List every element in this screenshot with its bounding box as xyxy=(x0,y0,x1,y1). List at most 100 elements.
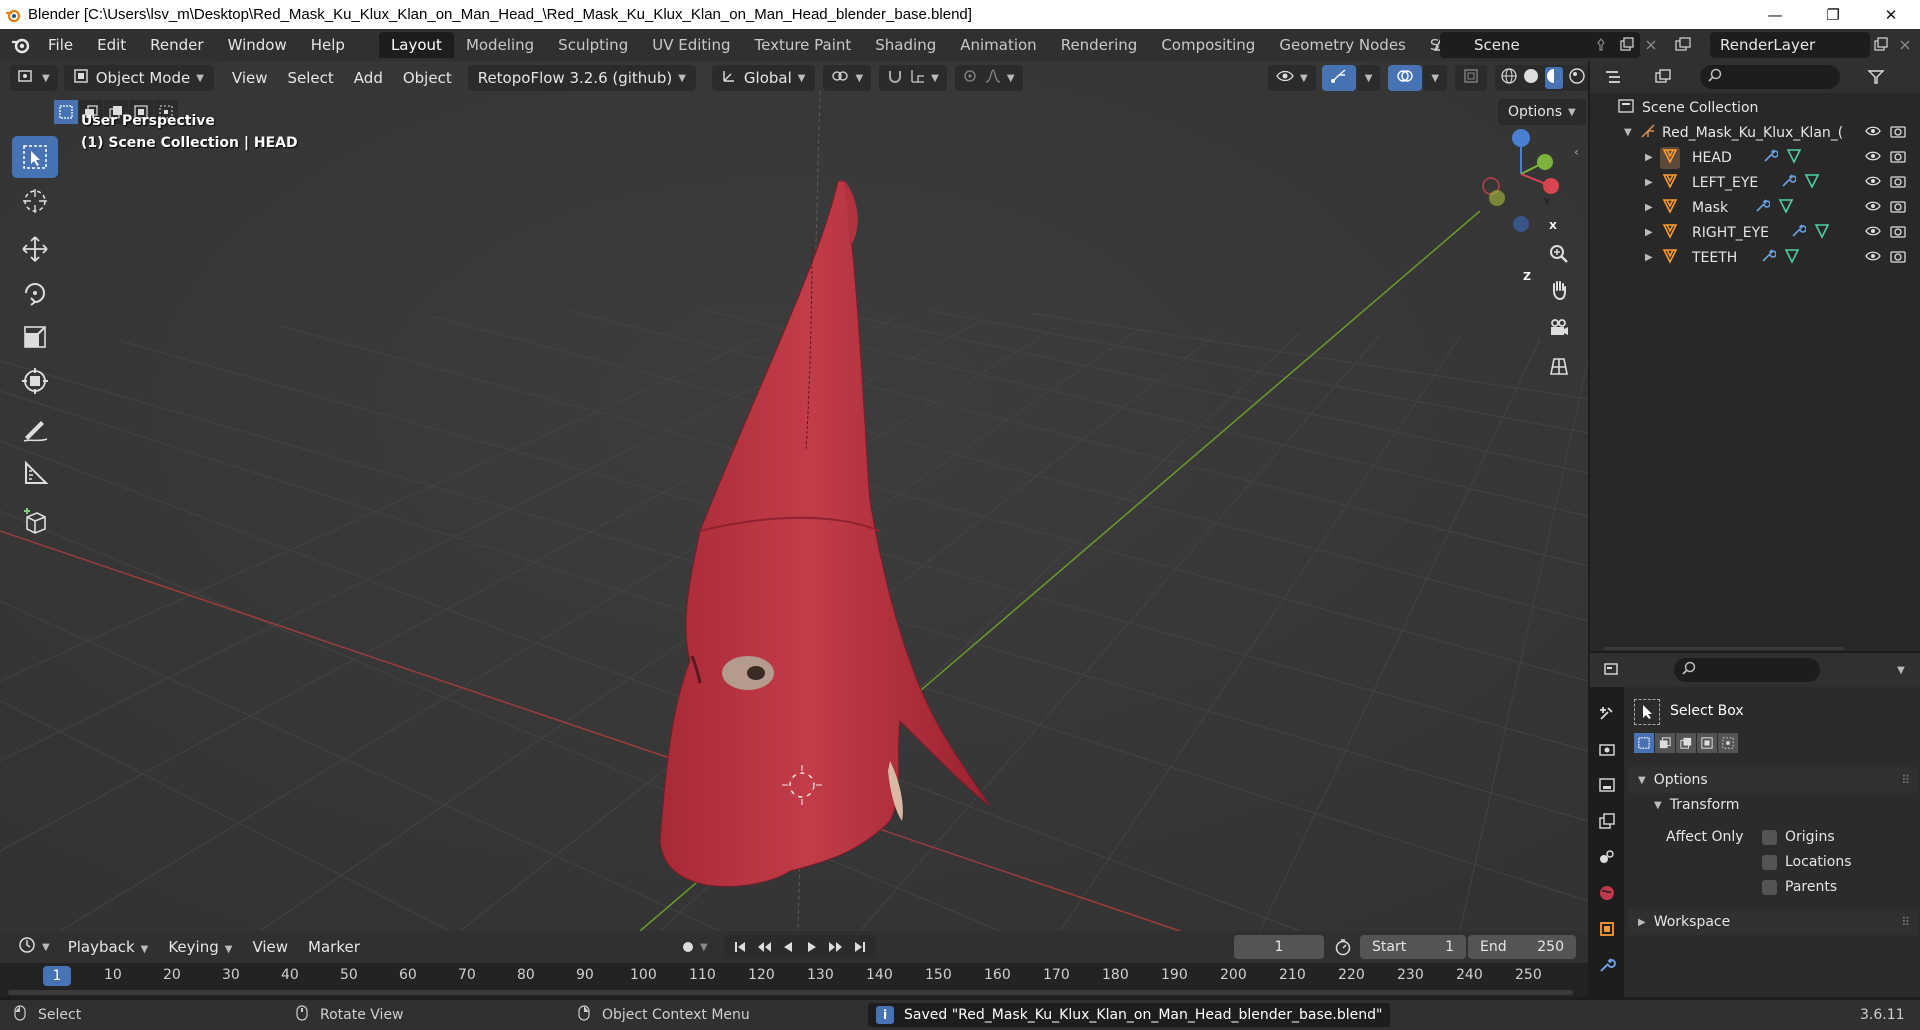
mesh-data-icon[interactable] xyxy=(1786,148,1802,168)
viewport-menu-view[interactable]: View xyxy=(222,69,278,87)
timeline-menu-playback[interactable]: Playback ▼ xyxy=(58,938,159,956)
pin-icon[interactable] xyxy=(1590,34,1612,56)
eye-icon[interactable] xyxy=(1865,125,1881,141)
eye-icon[interactable] xyxy=(1865,225,1881,241)
proportional-edit-button[interactable]: ▼ xyxy=(954,65,1023,91)
blender-logo-icon[interactable] xyxy=(6,30,36,60)
select-new-icon[interactable] xyxy=(54,100,78,124)
jump-end-icon[interactable] xyxy=(848,940,872,954)
timeline-menu-keying[interactable]: Keying ▼ xyxy=(158,938,242,956)
parents-checkbox[interactable]: Parents xyxy=(1762,879,1837,895)
minimize-button[interactable]: — xyxy=(1746,0,1804,29)
outliner-object-row[interactable]: ▶ Mask xyxy=(1590,195,1920,220)
expand-triangle-icon[interactable]: ▼ xyxy=(1624,127,1632,138)
modifier-wrench-icon[interactable] xyxy=(1790,223,1807,243)
menu-help[interactable]: Help xyxy=(299,29,357,61)
expand-triangle-icon[interactable]: ▶ xyxy=(1645,227,1653,238)
tab-compositing[interactable]: Compositing xyxy=(1149,32,1267,58)
rotate-tool-icon[interactable] xyxy=(12,272,58,314)
start-frame-field[interactable]: Start 1 xyxy=(1360,935,1466,959)
timeline-scrollbar[interactable] xyxy=(8,990,1573,995)
select-subtract-icon[interactable] xyxy=(1676,733,1696,753)
viewport-options-button[interactable]: Options ▼ xyxy=(1498,99,1586,125)
editor-type-button[interactable]: ▼ xyxy=(10,65,58,91)
play-reverse-icon[interactable] xyxy=(776,940,800,954)
origins-checkbox[interactable]: Origins xyxy=(1762,829,1835,845)
menu-render[interactable]: Render xyxy=(138,29,215,61)
expand-triangle-icon[interactable]: ▶ xyxy=(1645,252,1653,263)
render-layer-icon[interactable] xyxy=(1672,34,1694,56)
outliner-search-input[interactable] xyxy=(1700,65,1840,89)
camera-render-icon[interactable] xyxy=(1890,249,1906,267)
transform-tool-icon[interactable] xyxy=(12,360,58,402)
output-properties-icon[interactable] xyxy=(1590,767,1624,803)
menu-edit[interactable]: Edit xyxy=(85,29,138,61)
snap-button[interactable]: ▼ xyxy=(879,65,947,91)
wireframe-shading-icon[interactable] xyxy=(1501,68,1517,88)
checkbox-box[interactable] xyxy=(1762,829,1777,845)
camera-render-icon[interactable] xyxy=(1890,124,1906,142)
tab-layout[interactable]: Layout xyxy=(378,32,454,58)
camera-render-icon[interactable] xyxy=(1890,224,1906,242)
select-box-tool-icon[interactable] xyxy=(12,136,58,178)
current-frame-field[interactable]: 1 xyxy=(1234,935,1324,959)
camera-view-icon[interactable] xyxy=(1542,311,1576,345)
checkbox-box[interactable] xyxy=(1762,854,1777,870)
chevron-down-icon[interactable]: ▼ xyxy=(700,942,708,953)
timeline-editor-type-button[interactable]: ▼ xyxy=(10,934,58,960)
outliner-editor-type-icon[interactable] xyxy=(1602,66,1624,88)
mesh-data-icon[interactable] xyxy=(1804,173,1820,193)
eye-icon[interactable] xyxy=(1865,250,1881,266)
current-frame-indicator[interactable]: 1 xyxy=(43,966,71,986)
modifier-wrench-icon[interactable] xyxy=(1762,148,1779,168)
scale-tool-icon[interactable] xyxy=(12,316,58,358)
mesh-data-icon[interactable] xyxy=(1814,223,1830,243)
eye-icon[interactable] xyxy=(1865,200,1881,216)
properties-editor-type-icon[interactable] xyxy=(1602,659,1624,681)
expand-triangle-icon[interactable]: ▶ xyxy=(1645,177,1653,188)
render-layer-field[interactable]: RenderLayer xyxy=(1710,32,1870,58)
transform-subpanel-header[interactable]: ▼ Transform xyxy=(1628,793,1918,817)
world-properties-icon[interactable] xyxy=(1590,875,1624,911)
camera-render-icon[interactable] xyxy=(1890,149,1906,167)
outliner-object-row[interactable]: ▶ RIGHT_EYE xyxy=(1590,220,1920,245)
options-panel-header[interactable]: ▼ Options ⠿ xyxy=(1628,767,1918,793)
outliner-collection-row[interactable]: ▼ Red_Mask_Ku_Klux_Klan_( xyxy=(1590,120,1920,145)
delete-scene-icon[interactable] xyxy=(1640,34,1662,56)
modifier-wrench-icon[interactable] xyxy=(1760,248,1777,268)
timeline-menu-marker[interactable]: Marker xyxy=(298,938,370,956)
add-cube-tool-icon[interactable] xyxy=(12,500,58,542)
eye-icon[interactable] xyxy=(1865,175,1881,191)
select-extend-icon[interactable] xyxy=(1655,733,1675,753)
viewport-menu-select[interactable]: Select xyxy=(278,69,344,87)
pan-hand-icon[interactable] xyxy=(1542,273,1576,307)
play-icon[interactable] xyxy=(800,940,824,954)
tab-animation[interactable]: Animation xyxy=(948,32,1048,58)
workspace-panel-header[interactable]: ▶ Workspace ⠿ xyxy=(1628,909,1918,935)
tab-sculpting[interactable]: Sculpting xyxy=(546,32,640,58)
modifier-wrench-icon[interactable] xyxy=(1754,198,1771,218)
render-properties-icon[interactable] xyxy=(1590,731,1624,767)
visibility-button[interactable]: ▼ xyxy=(1268,65,1316,91)
display-mode-icon[interactable] xyxy=(1652,66,1674,88)
measure-tool-icon[interactable] xyxy=(12,452,58,494)
select-intersect-icon[interactable] xyxy=(1718,733,1738,753)
properties-search-input[interactable] xyxy=(1674,658,1820,682)
tab-geometry-nodes[interactable]: Geometry Nodes xyxy=(1267,32,1418,58)
jump-start-icon[interactable] xyxy=(728,940,752,954)
eye-icon[interactable] xyxy=(1865,150,1881,166)
tab-modeling[interactable]: Modeling xyxy=(454,32,546,58)
modifier-wrench-icon[interactable] xyxy=(1780,173,1797,193)
transform-orientation-dropdown[interactable]: Global ▼ xyxy=(711,65,816,91)
select-invert-icon[interactable] xyxy=(1697,733,1717,753)
menu-window[interactable]: Window xyxy=(216,29,299,61)
xray-toggle-button[interactable] xyxy=(1455,65,1488,91)
outliner-scrollbar[interactable] xyxy=(1604,647,1844,650)
object-properties-icon[interactable] xyxy=(1590,911,1624,947)
gizmo-toggle-button[interactable] xyxy=(1321,65,1356,91)
zoom-icon[interactable] xyxy=(1542,237,1576,271)
new-scene-icon[interactable] xyxy=(1616,34,1638,56)
gizmo-dropdown[interactable]: ▼ xyxy=(1356,65,1381,91)
stopwatch-icon[interactable] xyxy=(1334,938,1352,960)
chevron-down-icon[interactable]: ▼ xyxy=(1890,659,1912,681)
